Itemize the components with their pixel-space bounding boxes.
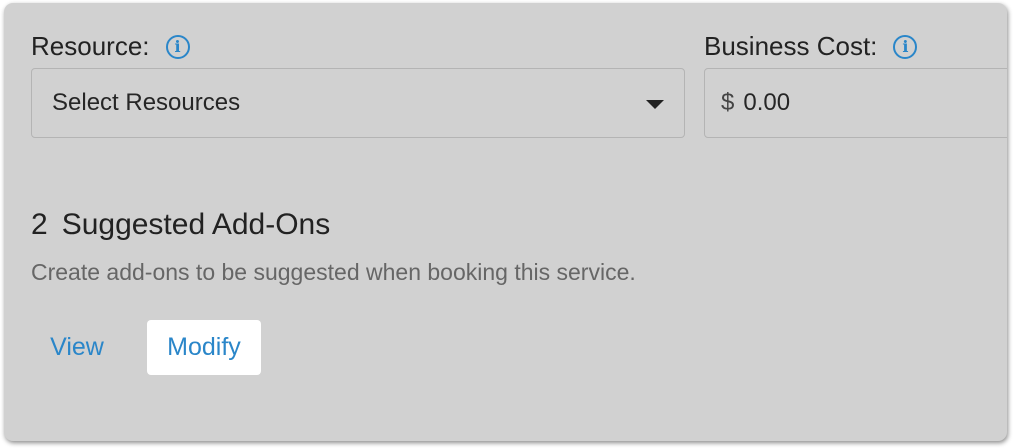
business-cost-info-icon[interactable]: i	[893, 34, 918, 59]
addons-count: 2	[31, 208, 48, 241]
resource-info-icon[interactable]: i	[165, 34, 190, 59]
business-cost-input[interactable]: $ 0.00	[704, 68, 1007, 138]
addons-title-text: Suggested Add-Ons	[61, 208, 331, 241]
currency-symbol: $	[721, 89, 735, 116]
resource-label: Resource:	[31, 31, 150, 61]
view-button[interactable]: View	[31, 320, 123, 375]
form-panel: Resource: i Select Resources Business Co…	[4, 3, 1007, 441]
caret-down-icon	[646, 100, 664, 109]
modify-button[interactable]: Modify	[147, 320, 261, 375]
business-cost-value: 0.00	[743, 89, 791, 116]
addons-title: 2 Suggested Add-Ons	[31, 208, 330, 242]
addons-description: Create add-ons to be suggested when book…	[31, 259, 636, 285]
business-cost-label: Business Cost:	[704, 31, 878, 61]
resource-select-value: Select Resources	[52, 89, 241, 116]
resource-label-group: Resource: i	[31, 31, 190, 62]
business-cost-label-group: Business Cost: i	[704, 31, 918, 62]
resource-select[interactable]: Select Resources	[31, 68, 685, 138]
